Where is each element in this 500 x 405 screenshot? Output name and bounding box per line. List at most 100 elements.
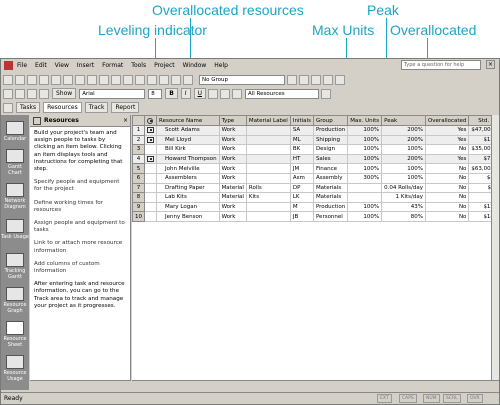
overallocated-cell[interactable]: No (424, 192, 470, 203)
max-units-cell[interactable]: 100% (347, 163, 383, 174)
guide-link-specify-people[interactable]: Specify people and equipment for the pro… (34, 179, 126, 193)
resource-name-cell[interactable]: Lab Kits (156, 192, 220, 203)
type-cell[interactable]: Work (218, 211, 247, 222)
show-subtasks-icon[interactable] (27, 88, 37, 99)
guide-tasks-button[interactable]: Tasks (16, 102, 41, 113)
view-resource-usage[interactable]: Resource Usage (1, 355, 29, 382)
overallocated-cell[interactable]: No (424, 201, 470, 213)
new-icon[interactable] (3, 74, 13, 85)
view-resource-sheet[interactable]: Resource Sheet (1, 321, 29, 348)
material-label-cell[interactable] (245, 134, 291, 146)
overallocated-cell[interactable]: No (424, 172, 470, 184)
link-icon[interactable] (123, 74, 133, 85)
align-center-icon[interactable] (219, 88, 230, 99)
group-cell[interactable]: Assembly (312, 172, 349, 184)
help-search-input[interactable]: Type a question for help (401, 60, 481, 70)
row-number[interactable]: 10 (132, 211, 145, 222)
max-units-cell[interactable]: 100% (347, 153, 383, 165)
peak-cell[interactable]: 200% (381, 134, 426, 146)
row-number[interactable]: 4 (132, 153, 145, 165)
table-row[interactable]: 2 Mel Lloyd Work ML Shipping 100% 200% Y… (132, 134, 499, 146)
select-all-cell[interactable] (132, 115, 145, 126)
table-row[interactable]: 4 Howard Thompson Work HT Sales 100% 200… (132, 153, 499, 165)
align-right-icon[interactable] (231, 88, 242, 99)
initials-cell[interactable]: BK (289, 144, 314, 155)
align-left-icon[interactable] (207, 88, 218, 99)
indent-icon[interactable] (15, 88, 25, 99)
guide-track-button[interactable]: Track (84, 102, 109, 113)
split-icon[interactable] (147, 74, 157, 85)
column-header[interactable]: Peak (381, 115, 426, 126)
undo-icon[interactable] (111, 74, 121, 85)
max-units-cell[interactable] (347, 192, 383, 203)
material-label-cell[interactable] (245, 211, 291, 222)
view-resource-graph[interactable]: Resource Graph (1, 287, 29, 314)
table-row[interactable]: 5 John Melville Work JM Finance 100% 100… (132, 163, 499, 174)
group-cell[interactable]: Sales (312, 153, 349, 165)
view-gantt-chart[interactable]: Gantt Chart (1, 149, 29, 176)
max-units-cell[interactable]: 100% (347, 201, 383, 213)
table-row[interactable]: 6 Assemblers Work Asm Assembly 300% 100%… (132, 172, 499, 184)
table-row[interactable]: 9 Mary Logan Work M Production 100% 43% … (132, 201, 499, 213)
type-cell[interactable]: Work (218, 163, 247, 174)
table-row[interactable]: 3 Bill Kirk Work BK Design 100% 100% No … (132, 144, 499, 155)
row-number[interactable]: 1 (132, 125, 145, 136)
guide-toggle-icon[interactable] (3, 102, 13, 113)
type-cell[interactable]: Work (218, 172, 247, 184)
max-units-cell[interactable]: 100% (347, 134, 383, 146)
zoom-out-icon[interactable] (299, 74, 309, 85)
max-units-cell[interactable] (347, 182, 383, 194)
resource-name-cell[interactable]: John Melville (156, 163, 220, 174)
menu-view[interactable]: View (55, 62, 69, 69)
type-cell[interactable]: Material (218, 182, 247, 194)
group-cell[interactable]: Materials (312, 192, 349, 203)
group-cell[interactable]: Personnel (312, 211, 349, 222)
max-units-cell[interactable]: 300% (347, 172, 383, 184)
group-cell[interactable]: Production (312, 125, 349, 136)
type-cell[interactable]: Work (218, 201, 247, 213)
paste-icon[interactable] (99, 74, 109, 85)
resource-name-cell[interactable]: Drafting Paper (156, 182, 220, 194)
horizontal-scrollbar[interactable] (132, 380, 499, 390)
material-label-cell[interactable] (245, 125, 291, 136)
menu-format[interactable]: Format (102, 62, 123, 69)
material-label-cell[interactable] (245, 163, 291, 174)
preview-icon[interactable] (51, 74, 61, 85)
vertical-scrollbar[interactable] (491, 115, 499, 380)
row-number[interactable]: 5 (132, 163, 145, 174)
menu-insert[interactable]: Insert (77, 62, 94, 69)
hide-subtasks-icon[interactable] (39, 88, 49, 99)
assign-resources-icon[interactable] (183, 74, 193, 85)
copy-icon[interactable] (87, 74, 97, 85)
view-network-diagram[interactable]: Network Diagram (1, 183, 29, 210)
overallocated-cell[interactable]: Yes (424, 125, 470, 136)
overallocated-cell[interactable]: Yes (424, 134, 470, 146)
underline-button[interactable]: U (193, 88, 206, 99)
unlink-icon[interactable] (135, 74, 145, 85)
view-tracking-gantt[interactable]: Tracking Gantt (1, 253, 29, 280)
italic-button[interactable]: I (180, 88, 191, 99)
outdent-icon[interactable] (3, 88, 13, 99)
type-cell[interactable]: Work (218, 144, 247, 155)
group-cell[interactable]: Design (312, 144, 349, 155)
menu-window[interactable]: Window (183, 62, 207, 69)
column-header[interactable]: Group (312, 115, 349, 126)
guide-link-attach-info[interactable]: Link to or attach more resource informat… (34, 240, 126, 254)
filter-select[interactable]: All Resources (244, 88, 319, 99)
resource-name-cell[interactable]: Mel Lloyd (156, 134, 220, 146)
close-icon[interactable]: × (486, 60, 495, 69)
max-units-cell[interactable]: 100% (347, 144, 383, 155)
initials-cell[interactable]: LK (289, 192, 314, 203)
table-row[interactable]: 8 Lab Kits Material Kits LK Materials 1 … (132, 192, 499, 203)
resource-name-cell[interactable]: Jenny Benson (156, 211, 220, 222)
menu-file[interactable]: File (17, 62, 27, 69)
autofilter-icon[interactable] (320, 88, 331, 99)
material-label-cell[interactable] (245, 172, 291, 184)
initials-cell[interactable]: DP (289, 182, 314, 194)
initials-cell[interactable]: ML (289, 134, 314, 146)
material-label-cell[interactable]: Kits (245, 192, 291, 203)
resource-name-cell[interactable]: Assemblers (156, 172, 220, 184)
font-size-select[interactable]: 8 (148, 88, 163, 99)
column-header[interactable]: Material Label (245, 115, 291, 126)
peak-cell[interactable]: 1 Kits/day (381, 192, 426, 203)
